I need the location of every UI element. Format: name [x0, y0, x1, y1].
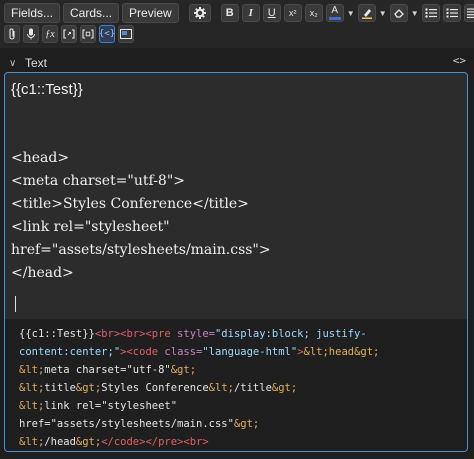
text-color-letter: A [331, 5, 339, 16]
code-line: <title>Styles Conference</title> [11, 196, 249, 212]
code-line: <link rel="stylesheet" [11, 219, 170, 235]
paperclip-icon[interactable] [4, 25, 20, 43]
cloze-icon[interactable] [61, 25, 77, 43]
code-line: </head> [11, 265, 74, 281]
underline-button[interactable]: U [262, 4, 281, 22]
fields-button[interactable]: Fields... [4, 3, 61, 23]
html-line: &lt;link rel="stylesheet" [19, 400, 178, 412]
chevron-down-icon[interactable]: ▼ [379, 4, 387, 22]
html-line: href="assets/stylesheets/main.css"&gt; [19, 418, 260, 430]
code-braces-icon[interactable]: {<} [99, 25, 115, 43]
html-source-editor[interactable]: {{c1::Test}}<br><br><pre style="display:… [5, 319, 467, 451]
numbered-list-icon[interactable] [442, 4, 461, 22]
text-color-swatch [328, 17, 341, 20]
toolbar-row-1: Fields... Cards... Preview B I U x² x₂ A… [4, 3, 474, 23]
editor-toolbar: Fields... Cards... Preview B I U x² x₂ A… [0, 0, 474, 48]
cards-button[interactable]: Cards... [63, 3, 120, 23]
subscript-button[interactable]: x₂ [304, 4, 323, 22]
rich-text-input[interactable]: {{c1::Test}} <head> <meta charset="utf-8… [5, 73, 467, 319]
image-occlusion-icon[interactable] [118, 25, 134, 43]
bold-button[interactable]: B [220, 4, 239, 22]
code-line: href="assets/stylesheets/main.css"> [11, 242, 271, 258]
chevron-down-icon[interactable]: ▼ [411, 4, 419, 22]
code-line: <head> [11, 150, 70, 166]
cloze-text: {{c1::Test}} [11, 81, 83, 98]
text-cursor [15, 296, 16, 312]
italic-button[interactable]: I [241, 4, 260, 22]
html-line: content:center;"><code class="language-h… [19, 346, 380, 358]
gear-icon[interactable] [188, 4, 211, 22]
highlight-icon[interactable] [357, 4, 376, 22]
field-header: ∨ Text <> [0, 54, 474, 72]
preview-button[interactable]: Preview [122, 3, 179, 23]
field-editor[interactable]: {{c1::Test}} <head> <meta charset="utf-8… [4, 72, 468, 452]
code-block: <head> <meta charset="utf-8"> <title>Sty… [11, 147, 467, 285]
text-color-button[interactable]: A [325, 4, 344, 22]
html-editor-toggle[interactable]: <> [453, 54, 466, 67]
eraser-icon[interactable] [389, 4, 408, 22]
align-icon[interactable] [463, 4, 474, 22]
field-label: Text [25, 56, 48, 70]
function-icon[interactable]: ƒx [42, 25, 58, 43]
code-line: <meta charset="utf-8"> [11, 173, 186, 189]
microphone-icon[interactable] [23, 25, 39, 43]
toolbar-row-2: ƒx {<} [4, 25, 134, 43]
cloze-block-icon[interactable] [80, 25, 96, 43]
chevron-down-icon[interactable]: ▼ [347, 4, 355, 22]
html-line: &lt;meta charset="utf-8"&gt; [19, 364, 197, 376]
html-line: &lt;title&gt;Styles Conference&lt;/title… [19, 382, 298, 394]
html-line: &lt;/head&gt;</code></pre><br> [19, 436, 209, 448]
superscript-button[interactable]: x² [283, 4, 302, 22]
html-line: {{c1::Test}}<br><br><pre style="display:… [19, 328, 367, 340]
chevron-down-icon[interactable]: ∨ [9, 58, 19, 69]
bulleted-list-icon[interactable] [421, 4, 440, 22]
